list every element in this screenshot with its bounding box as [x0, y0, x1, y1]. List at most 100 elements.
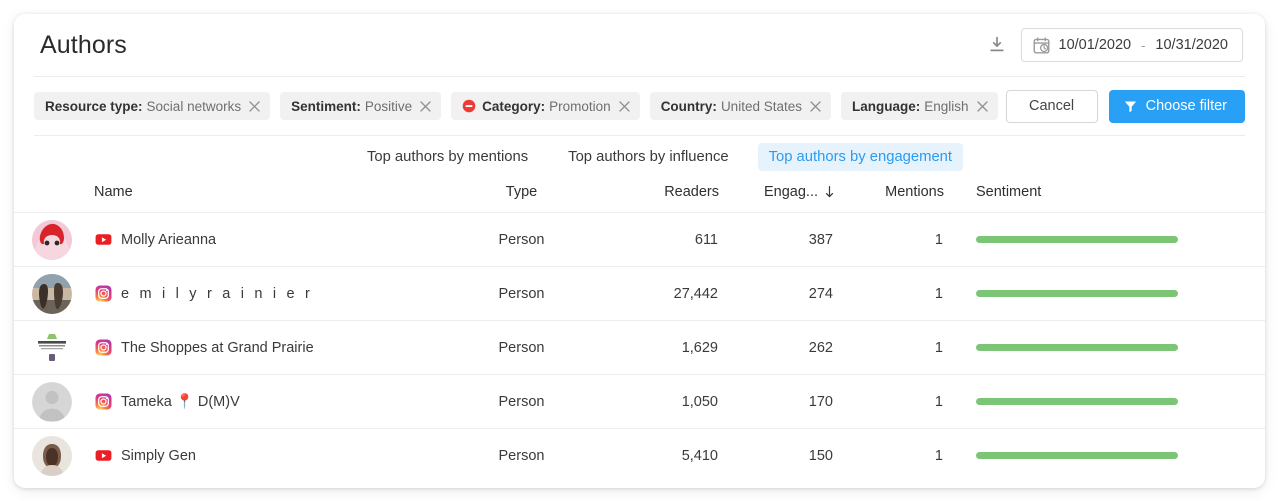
default-silhouette-avatar	[32, 381, 72, 422]
name-cell: The Shoppes at Grand Prairie	[94, 320, 449, 375]
choose-filter-button[interactable]: Choose filter	[1108, 89, 1245, 123]
author-name[interactable]: Molly Arieanna	[121, 232, 216, 248]
photo-avatar-woman-dark-hair	[32, 435, 72, 476]
avatar	[32, 435, 72, 476]
instagram-icon[interactable]	[95, 339, 112, 356]
filter-chip[interactable]: Resource type: Social networks	[34, 92, 271, 120]
mentions-cell: 1	[834, 266, 944, 321]
tab-3[interactable]: Top authors by engagement	[757, 143, 964, 171]
avatar-cell	[14, 212, 94, 267]
filter-chip-value: Promotion	[549, 98, 611, 114]
table-row[interactable]: Simply Gen Person 5,410 150 1	[14, 428, 1265, 483]
column-mentions[interactable]: Mentions	[834, 178, 944, 213]
cancel-button[interactable]: Cancel	[1005, 89, 1098, 123]
calendar-clock-icon	[1033, 36, 1050, 54]
filter-chip-value: English	[924, 98, 969, 114]
author-name[interactable]: The Shoppes at Grand Prairie	[121, 340, 314, 356]
readers-cell: 5,410	[594, 428, 719, 483]
date-range-end: 10/31/2020	[1155, 37, 1228, 53]
remove-filter-icon[interactable]	[802, 100, 821, 112]
filter-chip-list: Resource type: Social networks Sentiment: P…	[34, 92, 998, 120]
avatar	[32, 219, 72, 260]
remove-filter-icon[interactable]	[412, 100, 431, 112]
engagement-cell: 274	[719, 266, 834, 321]
remove-filter-icon[interactable]	[969, 100, 988, 112]
sentiment-bar	[976, 452, 1178, 460]
filter-chip-key: Resource type:	[45, 98, 143, 114]
readers-cell: 611	[594, 212, 719, 267]
column-readers[interactable]: Readers	[594, 178, 719, 213]
tab-list: Top authors by mentions Top authors by in…	[14, 136, 1265, 178]
sentiment-cell	[944, 374, 1265, 429]
date-range-separator: -	[1141, 37, 1146, 53]
logo-avatar-the-shoppes	[32, 327, 72, 368]
sentiment-bar	[976, 344, 1178, 351]
column-engagement[interactable]: Engag...	[719, 178, 834, 213]
filter-chip[interactable]: Sentiment: Positive	[280, 92, 442, 120]
filter-chip-value: Positive	[364, 98, 413, 114]
sentiment-bar	[976, 290, 1178, 297]
filter-chip-key: Sentiment:	[291, 98, 361, 114]
engagement-cell: 387	[719, 212, 834, 267]
column-name[interactable]: Name	[94, 178, 449, 213]
exclude-icon	[462, 99, 482, 113]
youtube-icon[interactable]	[95, 447, 112, 464]
avatar	[32, 381, 72, 422]
author-name[interactable]: Simply Gen	[121, 448, 196, 464]
table-row[interactable]: Tameka 📍 D(M)V Person 1,050 170 1	[14, 374, 1265, 429]
name-cell: Molly Arieanna	[94, 212, 449, 267]
table-header-row: Name Type Readers Engag... Mentions Sent…	[14, 178, 1265, 213]
youtube-icon[interactable]	[95, 231, 112, 248]
filter-chip[interactable]: Category: Promotion	[451, 92, 640, 120]
author-name[interactable]: e m i l y r a i n i e r	[121, 286, 313, 302]
card-header: Authors 10/01/2020 - 10/31/2020	[14, 14, 1265, 76]
filter-chip-key: Country:	[660, 98, 717, 114]
sentiment-cell	[944, 212, 1265, 267]
sentiment-bar	[976, 236, 1178, 243]
instagram-icon[interactable]	[95, 285, 112, 302]
readers-cell: 27,442	[594, 266, 719, 321]
mentions-cell: 1	[834, 374, 944, 429]
column-sentiment[interactable]: Sentiment	[944, 178, 1265, 213]
instagram-icon[interactable]	[95, 393, 112, 410]
avatar	[32, 327, 72, 368]
filter-chip[interactable]: Country: United States	[649, 92, 831, 120]
page-title: Authors	[40, 30, 127, 59]
avatar-cell	[14, 320, 94, 375]
column-type[interactable]: Type	[449, 178, 594, 213]
name-cell: Simply Gen	[94, 428, 449, 483]
date-range-picker[interactable]: 10/01/2020 - 10/31/2020	[1020, 28, 1243, 62]
table-row[interactable]: Molly Arieanna Person 611 387 1	[14, 212, 1265, 267]
sentiment-bar	[976, 398, 1178, 405]
table-row[interactable]: e m i l y r a i n i e r Person 27,442 274 1	[14, 266, 1265, 321]
filter-chip-value: United States	[720, 98, 802, 114]
date-range-start: 10/01/2020	[1058, 37, 1132, 53]
column-engagement-label: Engag...	[763, 184, 818, 200]
arrow-down-icon	[825, 186, 834, 198]
table-row[interactable]: The Shoppes at Grand Prairie Person 1,629 2…	[14, 320, 1265, 375]
type-cell: Person	[449, 374, 594, 429]
readers-cell: 1,050	[594, 374, 719, 429]
tab-1[interactable]: Top authors by mentions	[356, 143, 539, 171]
authors-card: Authors 10/01/2020 - 10/31/2020 Resource…	[14, 14, 1265, 488]
type-cell: Person	[449, 320, 594, 375]
filter-chip-key: Category:	[482, 98, 546, 114]
header-actions: 10/01/2020 - 10/31/2020	[987, 28, 1243, 62]
download-icon[interactable]	[987, 35, 1007, 55]
type-cell: Person	[449, 428, 594, 483]
tab-2[interactable]: Top authors by influence	[557, 143, 739, 171]
remove-filter-icon[interactable]	[611, 100, 630, 112]
photo-avatar-two-people	[32, 273, 72, 314]
funnel-icon	[1124, 100, 1137, 113]
filter-chip[interactable]: Language: English	[840, 92, 998, 120]
choose-filter-label: Choose filter	[1145, 98, 1227, 114]
author-name[interactable]: Tameka 📍 D(M)V	[121, 393, 240, 410]
engagement-cell: 170	[719, 374, 834, 429]
sentiment-cell	[944, 320, 1265, 375]
table-body: Molly Arieanna Person 611 387 1 e m i l y r a…	[14, 212, 1265, 483]
avatar-cell	[14, 374, 94, 429]
engagement-cell: 150	[719, 428, 834, 483]
filter-chip-key: Language:	[851, 98, 921, 114]
remove-filter-icon[interactable]	[241, 100, 260, 112]
sentiment-cell	[944, 266, 1265, 321]
